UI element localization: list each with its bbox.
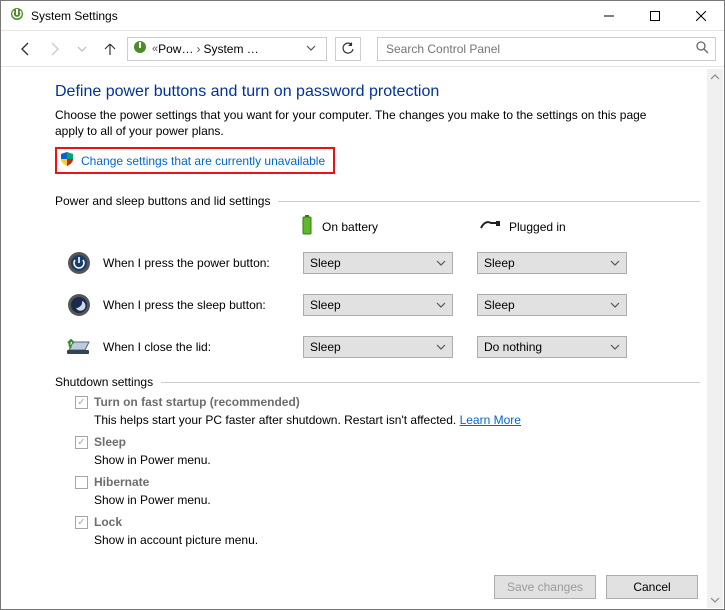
checkbox-sleep[interactable]: Sleep xyxy=(75,435,700,449)
checkbox-icon xyxy=(75,476,88,489)
select-value: Do nothing xyxy=(484,340,542,354)
power-options-icon xyxy=(132,39,148,58)
back-button[interactable] xyxy=(15,38,37,60)
chevron-down-icon xyxy=(610,257,620,271)
select-value: Sleep xyxy=(310,256,341,270)
minimize-button[interactable] xyxy=(586,1,632,31)
search-input[interactable] xyxy=(384,41,695,57)
row-close-lid-label: When I close the lid: xyxy=(103,340,303,354)
maximize-button[interactable] xyxy=(632,1,678,31)
chevron-down-icon xyxy=(436,341,446,355)
chevron-down-icon xyxy=(610,299,620,313)
chevron-down-icon xyxy=(610,341,620,355)
section-shutdown: Shutdown settings xyxy=(55,375,700,389)
footer-buttons: Save changes Cancel xyxy=(494,575,698,599)
checkbox-sleep-desc: Show in Power menu. xyxy=(94,453,700,467)
select-value: Sleep xyxy=(484,298,515,312)
sleep-button-icon xyxy=(65,291,93,319)
column-header-battery: On battery xyxy=(300,214,455,239)
checkbox-icon xyxy=(75,396,88,409)
column-header-plugged: Plugged in xyxy=(479,214,634,239)
checkbox-fast-startup-label: Turn on fast startup (recommended) xyxy=(94,395,300,409)
up-button[interactable] xyxy=(99,38,121,60)
chevron-down-icon[interactable] xyxy=(300,42,322,56)
desc-text: This helps start your PC faster after sh… xyxy=(94,413,460,427)
row-power-button: When I press the power button: Sleep Sle… xyxy=(55,249,700,277)
titlebar: System Settings xyxy=(1,1,724,31)
forward-button[interactable] xyxy=(43,38,65,60)
page-heading: Define power buttons and turn on passwor… xyxy=(55,83,700,101)
plug-icon xyxy=(479,218,501,235)
checkbox-hibernate-label: Hibernate xyxy=(94,475,149,489)
cancel-button[interactable]: Cancel xyxy=(606,575,698,599)
checkbox-icon xyxy=(75,436,88,449)
uac-shield-icon xyxy=(59,151,75,170)
window-title: System Settings xyxy=(31,9,118,23)
breadcrumb-current: System … xyxy=(203,42,258,56)
power-options-icon xyxy=(9,6,25,25)
power-button-plugged-select[interactable]: Sleep xyxy=(477,252,627,274)
close-lid-battery-select[interactable]: Sleep xyxy=(303,336,453,358)
section-shutdown-label: Shutdown settings xyxy=(55,375,153,389)
search-box[interactable] xyxy=(377,37,716,61)
row-power-button-label: When I press the power button: xyxy=(103,256,303,270)
checkbox-lock-label: Lock xyxy=(94,515,122,529)
checkbox-lock-desc: Show in account picture menu. xyxy=(94,533,700,547)
save-changes-button[interactable]: Save changes xyxy=(494,575,596,599)
section-power-buttons: Power and sleep buttons and lid settings xyxy=(55,194,700,208)
battery-icon xyxy=(300,214,314,239)
checkbox-lock[interactable]: Lock xyxy=(75,515,700,529)
section-power-buttons-label: Power and sleep buttons and lid settings xyxy=(55,194,270,208)
page-description: Choose the power settings that you want … xyxy=(55,107,655,139)
close-lid-plugged-select[interactable]: Do nothing xyxy=(477,336,627,358)
checkbox-hibernate-desc: Show in Power menu. xyxy=(94,493,700,507)
checkbox-fast-startup[interactable]: Turn on fast startup (recommended) xyxy=(75,395,700,409)
chevron-down-icon xyxy=(436,299,446,313)
checkbox-hibernate[interactable]: Hibernate xyxy=(75,475,700,489)
checkbox-icon xyxy=(75,516,88,529)
column-header-plugged-label: Plugged in xyxy=(509,220,566,234)
checkbox-sleep-label: Sleep xyxy=(94,435,126,449)
chevron-down-icon xyxy=(436,257,446,271)
search-icon xyxy=(695,40,709,57)
breadcrumb-prev: Pow… xyxy=(158,42,193,56)
refresh-button[interactable] xyxy=(335,37,361,61)
breadcrumb[interactable]: « Pow… › System … xyxy=(127,37,327,61)
power-button-battery-select[interactable]: Sleep xyxy=(303,252,453,274)
column-header-battery-label: On battery xyxy=(322,220,378,234)
row-sleep-button: When I press the sleep button: Sleep Sle… xyxy=(55,291,700,319)
laptop-lid-icon xyxy=(65,333,93,361)
content-area: Define power buttons and turn on passwor… xyxy=(1,69,724,609)
chevron-right-icon: › xyxy=(193,42,203,56)
checkbox-fast-startup-desc: This helps start your PC faster after sh… xyxy=(94,413,700,427)
recent-dropdown-icon[interactable] xyxy=(71,38,93,60)
row-close-lid: When I close the lid: Sleep Do nothing xyxy=(55,333,700,361)
select-value: Sleep xyxy=(484,256,515,270)
sleep-button-plugged-select[interactable]: Sleep xyxy=(477,294,627,316)
close-button[interactable] xyxy=(678,1,724,31)
select-value: Sleep xyxy=(310,298,341,312)
row-sleep-button-label: When I press the sleep button: xyxy=(103,298,303,312)
learn-more-link[interactable]: Learn More xyxy=(460,413,521,427)
select-value: Sleep xyxy=(310,340,341,354)
sleep-button-battery-select[interactable]: Sleep xyxy=(303,294,453,316)
navigation-bar: « Pow… › System … xyxy=(1,31,724,67)
power-button-icon xyxy=(65,249,93,277)
change-unavailable-settings-link[interactable]: Change settings that are currently unava… xyxy=(81,154,325,168)
elevation-link-highlight: Change settings that are currently unava… xyxy=(55,147,335,174)
